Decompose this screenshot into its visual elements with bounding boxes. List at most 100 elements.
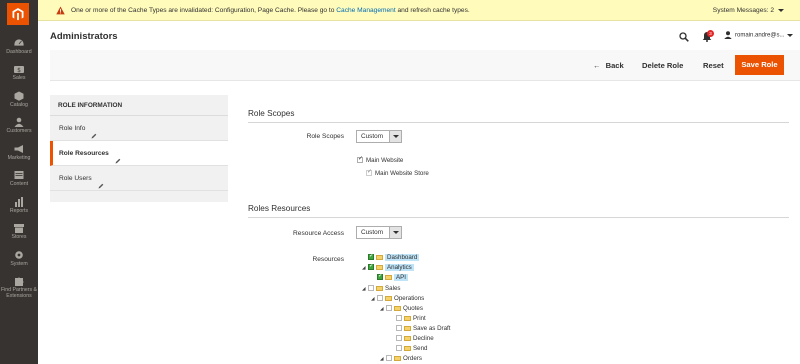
nav-label: Dashboard (6, 49, 32, 55)
message-text-end: and refresh cache types. (397, 7, 470, 14)
tab-role-users[interactable]: Role Users (50, 166, 228, 191)
folder-icon (404, 345, 411, 351)
tab-role-resources[interactable]: Role Resources (50, 141, 228, 166)
main-website-store-checkbox-row[interactable]: Main Website Store (366, 168, 429, 177)
tree-node-save-as-draft[interactable]: Save as Draft (390, 324, 451, 333)
folder-icon (376, 264, 383, 270)
notifications-bell[interactable]: 3 (702, 30, 714, 43)
tree-label: API (394, 274, 408, 281)
tree-checkbox[interactable] (368, 252, 374, 261)
nav-system[interactable]: System (0, 250, 38, 267)
pencil-icon (91, 125, 97, 139)
nav-customers[interactable]: Customers (0, 117, 38, 134)
cube-icon (13, 91, 25, 101)
main-website-checkbox-row[interactable]: Main Website (357, 155, 404, 164)
pencil-icon (98, 175, 104, 189)
tree-checkbox[interactable] (396, 315, 402, 322)
system-message-bar: One or more of the Cache Types are inval… (38, 0, 800, 21)
gear-icon (13, 250, 25, 260)
folder-icon (376, 254, 383, 260)
tree-node-dashboard[interactable]: Dashboard (362, 252, 420, 262)
tree-node-api[interactable]: API (371, 272, 408, 282)
nav-marketing[interactable]: Marketing (0, 144, 38, 161)
folder-icon (385, 295, 392, 301)
system-messages-dropdown[interactable]: System Messages: 2 (713, 7, 784, 14)
tree-checkbox[interactable] (377, 272, 383, 281)
megaphone-icon (13, 144, 25, 154)
tree-node-sales[interactable]: ◢ Sales (362, 284, 400, 293)
cache-management-link[interactable]: Cache Management (336, 7, 395, 14)
users-icon (13, 117, 25, 127)
tab-label: Role Resources (59, 150, 109, 157)
tree-node-decline[interactable]: Decline (390, 334, 434, 343)
nav-catalog[interactable]: Catalog (0, 91, 38, 108)
tab-label: Role Info (59, 125, 86, 132)
tree-checkbox[interactable] (386, 305, 392, 312)
search-icon[interactable] (679, 32, 689, 42)
main-website-store-checkbox[interactable] (366, 168, 372, 177)
role-scopes-label: Role Scopes (306, 133, 344, 140)
role-information-tabs: ROLE INFORMATION Role Info Role Resource… (50, 95, 228, 202)
tree-checkbox[interactable] (377, 295, 383, 302)
nav-dashboard[interactable]: Dashboard (0, 38, 38, 55)
username: romain.andre@s... (735, 32, 785, 39)
reset-button[interactable]: Reset (703, 61, 724, 70)
delete-role-button[interactable]: Delete Role (642, 61, 683, 70)
folder-icon (404, 315, 411, 321)
dashboard-icon (13, 38, 25, 48)
folder-icon (394, 355, 401, 361)
tab-label: Role Users (59, 175, 92, 182)
tabs-title: ROLE INFORMATION (50, 95, 228, 116)
main-website-checkbox[interactable] (357, 155, 363, 164)
chevron-down-icon (389, 131, 401, 142)
tree-node-orders[interactable]: ◢ Orders (380, 354, 422, 363)
nav-label: Content (9, 181, 29, 187)
page-actions: ← Back Delete Role Reset Save Role (50, 50, 800, 81)
tree-node-analytics[interactable]: ◢Analytics (362, 262, 414, 272)
warning-icon (56, 6, 65, 15)
nav-content[interactable]: Content (0, 170, 38, 187)
user-menu[interactable]: romain.andre@s... (724, 31, 794, 41)
nav-stores[interactable]: Stores (0, 223, 38, 240)
folder-icon (404, 325, 411, 331)
save-role-button[interactable]: Save Role (735, 55, 784, 75)
tree-checkbox[interactable] (396, 345, 402, 352)
role-scopes-select[interactable]: Custom (356, 130, 402, 143)
tree-checkbox[interactable] (396, 325, 402, 332)
page-title: Administrators (50, 31, 118, 42)
checkbox-label: Main Website (366, 157, 404, 164)
tree-label: Quotes (403, 305, 423, 312)
resource-access-select[interactable]: Custom (356, 226, 402, 239)
bar-chart-icon (13, 197, 25, 207)
tree-node-operations[interactable]: ◢ Operations (371, 294, 424, 303)
tree-label: Operations (394, 295, 425, 302)
tree-label: Decline (413, 335, 434, 342)
svg-text:$: $ (17, 67, 21, 74)
admin-sidebar: Dashboard $ Sales Catalog Customers Mark… (0, 0, 38, 364)
tree-node-send[interactable]: Send (390, 344, 427, 353)
section-divider (248, 122, 789, 123)
magento-logo[interactable] (7, 3, 29, 25)
tree-label: Print (413, 315, 426, 322)
tree-checkbox[interactable] (396, 335, 402, 342)
nav-reports[interactable]: Reports (0, 197, 38, 214)
arrow-left-icon: ← (593, 61, 601, 70)
nav-find-partners[interactable]: Find Partners & Extensions (0, 276, 38, 299)
tab-role-info[interactable]: Role Info (50, 116, 228, 141)
back-label: Back (605, 61, 624, 70)
tree-label: Send (413, 345, 428, 352)
store-icon (13, 223, 25, 233)
tree-label: Orders (403, 355, 422, 362)
nav-label: Stores (11, 234, 27, 240)
folder-icon (385, 274, 392, 280)
tree-node-quotes[interactable]: ◢ Quotes (380, 304, 423, 313)
tree-checkbox[interactable] (368, 262, 374, 271)
notification-count-badge: 3 (707, 30, 714, 37)
tree-checkbox[interactable] (368, 285, 374, 292)
tree-label: Dashboard (385, 254, 420, 261)
tree-checkbox[interactable] (386, 355, 392, 362)
nav-sales[interactable]: $ Sales (0, 64, 38, 81)
layout-icon (13, 170, 25, 180)
back-button[interactable]: ← Back (593, 61, 624, 70)
tree-node-print[interactable]: Print (390, 314, 426, 323)
